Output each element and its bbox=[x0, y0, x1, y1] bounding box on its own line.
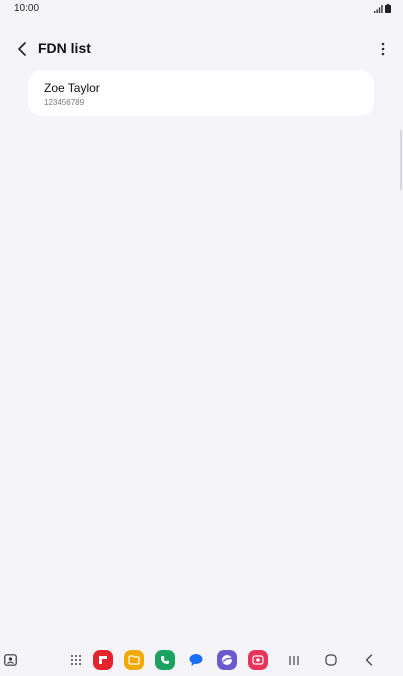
my-files-app-icon[interactable] bbox=[124, 650, 144, 670]
contact-number: 123456789 bbox=[44, 98, 85, 107]
flipboard-app-icon[interactable] bbox=[93, 650, 113, 670]
apps-button[interactable] bbox=[68, 650, 84, 670]
messages-app-icon[interactable] bbox=[186, 650, 206, 670]
more-options-button[interactable] bbox=[377, 39, 389, 59]
status-time: 10:00 bbox=[14, 3, 40, 14]
apps-grid-icon bbox=[71, 655, 81, 665]
navigation-bar bbox=[0, 646, 403, 676]
folder-icon bbox=[128, 655, 140, 665]
flipboard-glyph-icon bbox=[99, 656, 107, 664]
nav-back-button[interactable] bbox=[361, 650, 377, 670]
scroll-indicator bbox=[400, 130, 402, 190]
back-button[interactable] bbox=[12, 39, 32, 59]
internet-app-icon[interactable] bbox=[217, 650, 237, 670]
chevron-left-icon bbox=[18, 42, 26, 56]
recents-button[interactable] bbox=[286, 650, 302, 670]
fdn-contact-item[interactable]: Zoe Taylor 123456789 bbox=[28, 70, 374, 116]
phone-handset-icon bbox=[161, 656, 169, 664]
home-button[interactable] bbox=[323, 650, 339, 670]
contact-name: Zoe Taylor bbox=[44, 81, 100, 95]
page-title: FDN list bbox=[38, 40, 91, 56]
home-icon bbox=[325, 654, 337, 666]
recents-icon bbox=[289, 655, 299, 665]
signal-icon bbox=[374, 5, 383, 13]
record-icon bbox=[252, 655, 264, 665]
message-bubble-icon bbox=[189, 654, 203, 666]
back-icon bbox=[365, 654, 373, 666]
battery-icon bbox=[385, 4, 391, 13]
app-bar: FDN list bbox=[0, 36, 403, 62]
status-icons bbox=[374, 3, 391, 13]
status-bar: 10:00 bbox=[0, 0, 403, 18]
edge-panel-icon bbox=[3, 654, 17, 666]
more-vertical-icon bbox=[381, 42, 385, 56]
phone-app-icon[interactable] bbox=[155, 650, 175, 670]
globe-icon bbox=[222, 655, 233, 665]
screen-recorder-app-icon[interactable] bbox=[248, 650, 268, 670]
edge-panel-button[interactable] bbox=[3, 650, 17, 670]
